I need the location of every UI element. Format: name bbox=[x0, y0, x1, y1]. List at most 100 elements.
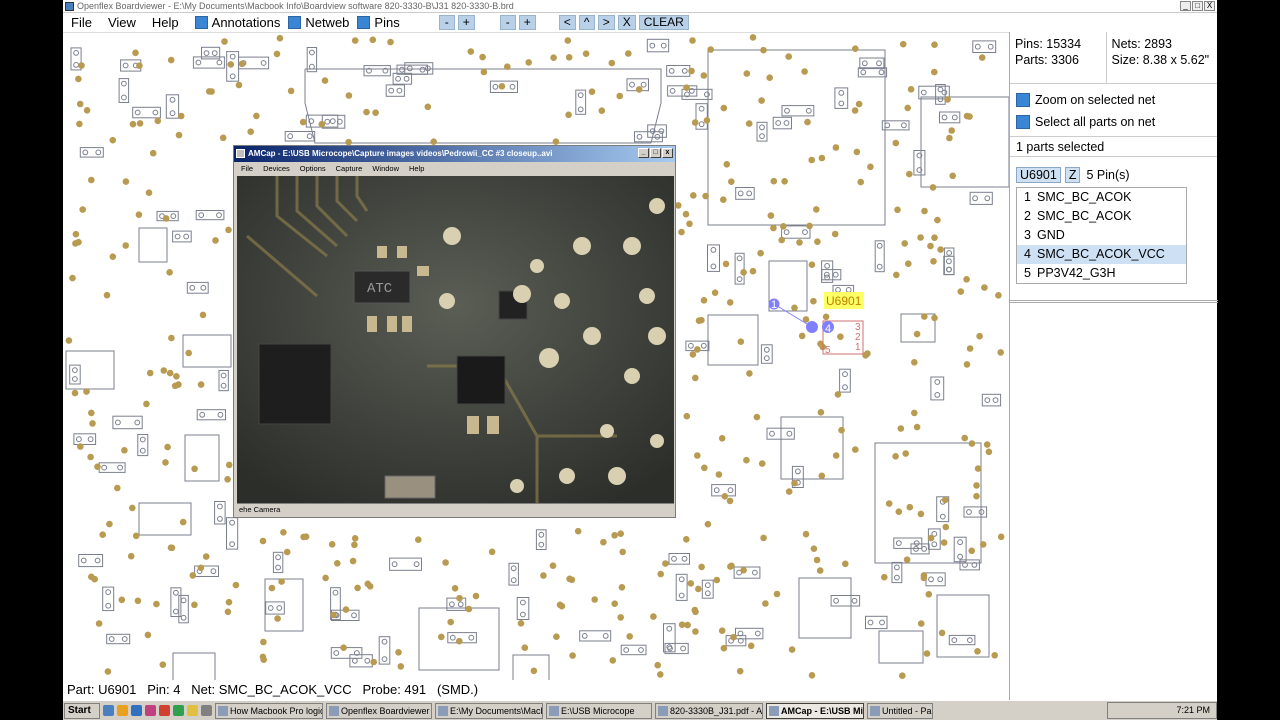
pin-row[interactable]: 2 SMC_BC_ACOK bbox=[1017, 207, 1186, 226]
amcap-close-button[interactable]: x bbox=[662, 148, 673, 158]
rotate-left-button[interactable]: < bbox=[558, 15, 576, 30]
zoom-on-net-option[interactable]: Zoom on selected net bbox=[1010, 90, 1217, 110]
pad-outline bbox=[510, 577, 517, 584]
quicklaunch-icon[interactable] bbox=[173, 705, 184, 716]
via-dot bbox=[778, 236, 785, 244]
via-dot bbox=[684, 621, 691, 629]
amcap-menu-options[interactable]: Options bbox=[295, 162, 331, 175]
via-dot bbox=[164, 443, 171, 451]
pad-outline bbox=[216, 212, 222, 219]
pin-list[interactable]: 1 SMC_BC_ACOK 2 SMC_BC_ACOK 3 GND 4 SMC_BC_A… bbox=[1016, 187, 1187, 284]
pin-marker[interactable] bbox=[806, 321, 818, 333]
task-button[interactable]: 820-3330B_J31.pdf - Ad... bbox=[655, 702, 763, 719]
amcap-menu-devices[interactable]: Devices bbox=[258, 162, 295, 175]
component-outline bbox=[79, 147, 104, 158]
component-outline bbox=[226, 517, 239, 550]
quicklaunch-icon[interactable] bbox=[187, 705, 198, 716]
via-dot bbox=[944, 96, 951, 103]
zoom-out-button[interactable]: - bbox=[438, 15, 455, 30]
amcap-menu-file[interactable]: File bbox=[236, 162, 258, 175]
via-dot bbox=[813, 556, 821, 564]
via-dot bbox=[957, 288, 965, 295]
via-dot bbox=[917, 510, 925, 518]
quicklaunch-icon[interactable] bbox=[159, 705, 170, 716]
menu-file[interactable]: File bbox=[63, 13, 100, 32]
clear-button[interactable]: CLEAR bbox=[638, 15, 689, 30]
pad-outline bbox=[333, 650, 340, 656]
via-dot bbox=[785, 488, 793, 495]
quicklaunch-icon[interactable] bbox=[145, 705, 156, 716]
pad-outline bbox=[698, 105, 705, 112]
maximize-button[interactable]: □ bbox=[1192, 1, 1203, 11]
pad-outline bbox=[80, 557, 87, 564]
size-down-button[interactable]: - bbox=[499, 15, 516, 30]
via-dot bbox=[88, 409, 95, 417]
pad-outline bbox=[884, 122, 891, 129]
amcap-menu-help[interactable]: Help bbox=[404, 162, 429, 175]
amcap-menu-capture[interactable]: Capture bbox=[331, 162, 368, 175]
via-dot bbox=[689, 351, 697, 358]
pin-row[interactable]: 5 PP3V42_G3H bbox=[1017, 264, 1186, 283]
task-button[interactable]: E:\USB Microcope bbox=[546, 702, 652, 719]
amcap-maximize-button[interactable]: □ bbox=[650, 148, 661, 158]
select-all-on-net-option[interactable]: Select all parts on net bbox=[1010, 112, 1217, 132]
task-button[interactable]: How Macbook Pro logic b... bbox=[215, 702, 323, 719]
amcap-title-bar[interactable]: AMCap - E:\USB Microcope\Capture images … bbox=[234, 146, 675, 162]
via-dot bbox=[931, 234, 938, 241]
task-button[interactable]: Untitled - Paint bbox=[867, 702, 933, 719]
quicklaunch-icon[interactable] bbox=[117, 705, 128, 716]
via-dot bbox=[917, 234, 924, 241]
pad-outline bbox=[95, 149, 102, 156]
pin-row-selected[interactable]: 4 SMC_BC_ACOK_VCC bbox=[1017, 245, 1186, 264]
pin-row[interactable]: 3 GND bbox=[1017, 226, 1186, 245]
task-button-active[interactable]: AMCap - E:\USB Micro... bbox=[766, 702, 864, 719]
via-dot bbox=[504, 63, 511, 70]
checkbox-icon bbox=[288, 16, 302, 29]
component-outline bbox=[165, 94, 180, 119]
pad-outline bbox=[200, 284, 207, 291]
menu-help[interactable]: Help bbox=[144, 13, 187, 32]
flip-button[interactable]: ^ bbox=[578, 15, 595, 30]
pad-outline bbox=[260, 60, 267, 66]
zoom-part-button[interactable]: Z bbox=[1064, 167, 1081, 183]
mirror-button[interactable]: X bbox=[617, 15, 636, 30]
via-dot bbox=[961, 434, 968, 442]
quicklaunch-icon[interactable] bbox=[103, 705, 114, 716]
via-dot bbox=[299, 118, 307, 126]
via-dot bbox=[65, 337, 73, 344]
menu-view[interactable]: View bbox=[100, 13, 144, 32]
via-dot bbox=[197, 381, 205, 388]
pad-outline bbox=[876, 60, 882, 67]
via-dot bbox=[351, 535, 359, 542]
task-button[interactable]: Openflex Boardviewer - ... bbox=[326, 702, 432, 719]
rotate-right-button[interactable]: > bbox=[597, 15, 615, 30]
via-dot bbox=[832, 144, 840, 151]
amcap-minimize-button[interactable]: _ bbox=[638, 148, 649, 158]
zoom-in-button[interactable]: + bbox=[457, 15, 475, 30]
amcap-window[interactable]: AMCap - E:\USB Microcope\Capture images … bbox=[233, 145, 676, 518]
component-outline bbox=[196, 409, 226, 421]
via-dot bbox=[683, 412, 691, 420]
minimize-button[interactable]: _ bbox=[1180, 1, 1191, 11]
via-dot bbox=[618, 584, 626, 591]
task-button[interactable]: E:\My Documents\Macbo... bbox=[435, 702, 543, 719]
component-outline bbox=[839, 368, 851, 393]
via-dot bbox=[894, 206, 901, 214]
quicklaunch-icon[interactable] bbox=[201, 705, 212, 716]
via-dot bbox=[549, 562, 557, 569]
part-name[interactable]: U6901 bbox=[1016, 167, 1061, 183]
pad-outline bbox=[351, 612, 357, 619]
netweb-toggle[interactable]: Netweb bbox=[288, 15, 349, 30]
pins-toggle[interactable]: Pins bbox=[357, 15, 400, 30]
ic-outline bbox=[707, 314, 759, 366]
annotations-toggle[interactable]: Annotations bbox=[194, 15, 280, 30]
pin-row[interactable]: 1 SMC_BC_ACOK bbox=[1017, 188, 1186, 207]
via-dot bbox=[91, 575, 98, 583]
size-up-button[interactable]: + bbox=[518, 15, 536, 30]
close-button[interactable]: X bbox=[1204, 1, 1215, 11]
amcap-menu-window[interactable]: Window bbox=[367, 162, 404, 175]
start-button[interactable]: Start bbox=[64, 702, 100, 719]
component-outline bbox=[378, 636, 391, 665]
quicklaunch-icon[interactable] bbox=[131, 705, 142, 716]
selected-count: 1 parts selected bbox=[1010, 136, 1217, 157]
